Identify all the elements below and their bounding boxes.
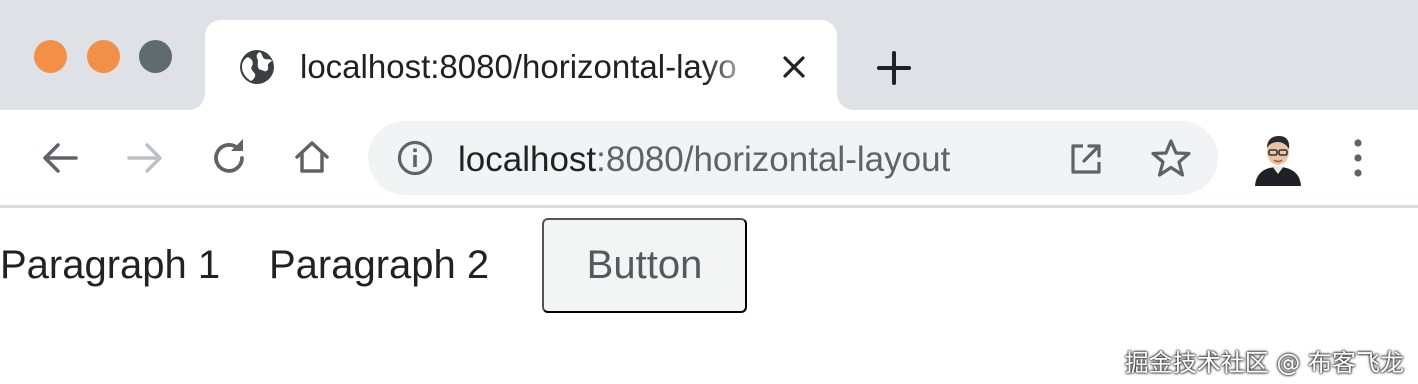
kebab-menu-icon[interactable]	[1346, 136, 1370, 180]
close-icon[interactable]	[779, 52, 809, 82]
forward-arrow-icon[interactable]	[125, 138, 165, 178]
url-text[interactable]: localhost:8080/horizontal-layout	[458, 140, 950, 180]
paragraph-2: Paragraph 2	[269, 243, 490, 287]
reload-icon[interactable]	[208, 137, 250, 179]
info-icon[interactable]	[396, 139, 434, 177]
avatar[interactable]	[1252, 130, 1304, 186]
url-path: :8080/horizontal-layout	[596, 140, 951, 179]
url-host: localhost	[458, 140, 597, 179]
window-zoom-button[interactable]	[139, 40, 172, 73]
window-close-button[interactable]	[34, 40, 67, 73]
browser-toolbar: localhost:8080/horizontal-layout	[0, 110, 1418, 205]
tab-title: localhost:8080/horizontal-layo	[300, 48, 737, 85]
open-external-icon[interactable]	[1068, 141, 1104, 177]
new-tab-plus-icon[interactable]	[874, 48, 914, 88]
page-button[interactable]: Button	[542, 218, 747, 313]
address-bar[interactable]: localhost:8080/horizontal-layout	[368, 121, 1218, 195]
tab-strip: localhost:8080/horizontal-layo	[0, 0, 1418, 110]
watermark-text: 掘金技术社区 @ 布客飞龙	[1124, 349, 1404, 377]
browser-tab[interactable]: localhost:8080/horizontal-layo	[189, 20, 853, 110]
window-minimize-button[interactable]	[87, 40, 120, 73]
star-icon[interactable]	[1150, 137, 1192, 179]
home-icon[interactable]	[292, 137, 332, 177]
back-arrow-icon[interactable]	[40, 138, 80, 178]
toolbar-divider	[0, 205, 1418, 208]
paragraph-1: Paragraph 1	[0, 243, 221, 287]
globe-icon	[240, 50, 274, 84]
